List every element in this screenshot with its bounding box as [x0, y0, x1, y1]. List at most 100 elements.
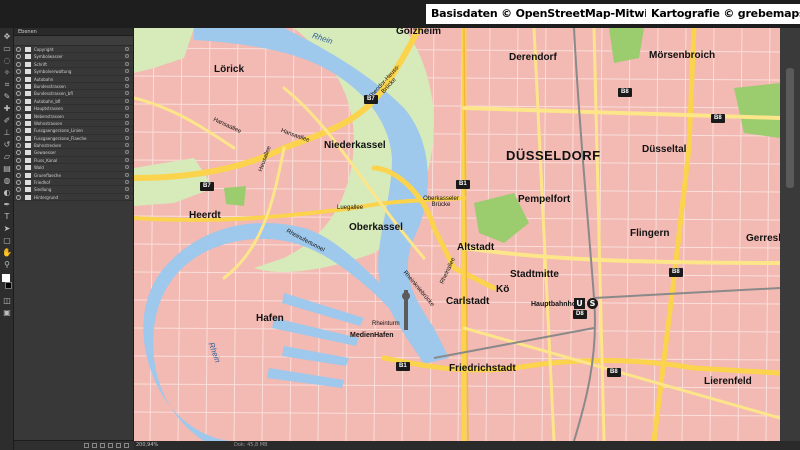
fx-icon[interactable] [92, 443, 97, 448]
layer-options-icon[interactable] [125, 83, 129, 88]
visibility-eye-icon[interactable] [16, 98, 21, 104]
layer-options-icon[interactable] [125, 54, 129, 59]
lasso-tool-icon[interactable]: ◌ [2, 56, 12, 66]
zoom-readout[interactable]: 200,94% [136, 442, 158, 448]
layer-options-icon[interactable] [125, 128, 129, 133]
visibility-eye-icon[interactable] [16, 47, 21, 52]
layer-row[interactable]: Fluss_Kanal [14, 157, 133, 165]
layer-options-icon[interactable] [125, 194, 129, 199]
type-tool-icon[interactable]: T [2, 212, 12, 222]
layer-options-icon[interactable] [125, 69, 129, 74]
visibility-eye-icon[interactable] [16, 135, 21, 141]
shape-tool-icon[interactable]: ▢ [2, 236, 12, 246]
scrollbar-thumb[interactable] [786, 68, 794, 188]
layer-row[interactable]: Autobahn_bfl [14, 98, 133, 106]
layer-options-icon[interactable] [125, 143, 129, 148]
layer-row[interactable]: Gewaesser [14, 149, 133, 157]
layer-row[interactable]: Symbolverwaltung [14, 68, 133, 76]
trash-icon[interactable] [124, 443, 129, 448]
stamp-tool-icon[interactable]: ⊥ [2, 128, 12, 138]
label-luegallee: Luegallee [337, 205, 364, 211]
layer-row[interactable]: Hintergrund [14, 194, 133, 202]
layer-row[interactable]: Wald [14, 164, 133, 172]
visibility-eye-icon[interactable] [16, 150, 21, 156]
adjustment-layer-icon[interactable] [108, 443, 113, 448]
visibility-eye-icon[interactable] [16, 83, 21, 89]
brush-tool-icon[interactable]: ✐ [2, 116, 12, 126]
layer-row[interactable]: Fussgaengerzone_Flaeche [14, 135, 133, 143]
layer-options-icon[interactable] [125, 106, 129, 111]
layer-options-icon[interactable] [125, 135, 129, 140]
layer-options-icon[interactable] [125, 172, 129, 177]
visibility-eye-icon[interactable] [16, 187, 21, 193]
layer-options-icon[interactable] [125, 98, 129, 103]
screen-mode-icon[interactable]: ▣ [2, 308, 12, 318]
layer-options-icon[interactable] [125, 165, 129, 170]
eraser-tool-icon[interactable]: ▱ [2, 152, 12, 162]
visibility-eye-icon[interactable] [16, 91, 21, 97]
healing-tool-icon[interactable]: ✚ [2, 104, 12, 114]
layer-row[interactable]: Bundesstrassen [14, 83, 133, 91]
foreground-color-icon[interactable] [2, 274, 10, 282]
layer-options-icon[interactable] [125, 180, 129, 185]
layer-row[interactable]: Gruenflaeche [14, 172, 133, 180]
layer-options-icon[interactable] [125, 113, 129, 118]
mask-icon[interactable] [100, 443, 105, 448]
layer-row[interactable]: Friedhof [14, 179, 133, 187]
layer-row[interactable]: Bundesstrassen_bfl [14, 90, 133, 98]
layer-row[interactable]: Schrift [14, 61, 133, 69]
hand-tool-icon[interactable]: ✋ [2, 248, 12, 258]
visibility-eye-icon[interactable] [16, 106, 21, 112]
layer-options-icon[interactable] [125, 47, 129, 51]
marquee-tool-icon[interactable]: ▭ [2, 44, 12, 54]
layer-row[interactable]: Symbolwasser [14, 53, 133, 61]
layer-row[interactable]: Siedlung [14, 186, 133, 194]
layer-options-icon[interactable] [125, 91, 129, 96]
layers-panel-tab[interactable]: Ebenen [14, 28, 133, 36]
map-canvas[interactable]: Golzheim Derendorf Mörsenbroich Lörick N… [134, 28, 780, 441]
vertical-scrollbar[interactable] [780, 28, 800, 441]
layer-row[interactable]: Hauptstrassen [14, 105, 133, 113]
quick-select-tool-icon[interactable]: ✧ [2, 68, 12, 78]
gradient-tool-icon[interactable]: ▤ [2, 164, 12, 174]
move-tool-icon[interactable]: ✥ [2, 32, 12, 42]
visibility-eye-icon[interactable] [16, 54, 21, 60]
blur-tool-icon[interactable]: ◍ [2, 176, 12, 186]
layer-options-icon[interactable] [125, 157, 129, 162]
layer-options-icon[interactable] [125, 120, 129, 125]
new-layer-icon[interactable] [116, 443, 121, 448]
layer-row[interactable]: Fussgaengerzone_Linien [14, 127, 133, 135]
background-color-icon[interactable] [5, 282, 12, 289]
layer-options-icon[interactable] [125, 187, 129, 192]
visibility-eye-icon[interactable] [16, 172, 21, 178]
layer-options-icon[interactable] [125, 76, 129, 81]
layer-row[interactable]: Nebenstrassen [14, 113, 133, 120]
visibility-eye-icon[interactable] [16, 120, 21, 126]
visibility-eye-icon[interactable] [16, 165, 21, 171]
layer-row[interactable]: Copyright [14, 46, 133, 54]
visibility-eye-icon[interactable] [16, 61, 21, 67]
pen-tool-icon[interactable]: ✒ [2, 200, 12, 210]
visibility-eye-icon[interactable] [16, 143, 21, 149]
layer-row[interactable]: Autobahn [14, 76, 133, 83]
visibility-eye-icon[interactable] [16, 113, 21, 119]
layer-options-icon[interactable] [125, 61, 129, 66]
visibility-eye-icon[interactable] [16, 76, 21, 82]
path-select-tool-icon[interactable]: ➤ [2, 224, 12, 234]
link-layers-icon[interactable] [84, 443, 89, 448]
layer-row[interactable]: Bahnstrecken [14, 142, 133, 150]
quick-mask-icon[interactable]: ◫ [2, 296, 12, 306]
history-brush-tool-icon[interactable]: ↺ [2, 140, 12, 150]
visibility-eye-icon[interactable] [16, 69, 21, 75]
visibility-eye-icon[interactable] [16, 194, 21, 200]
visibility-eye-icon[interactable] [16, 180, 21, 186]
dodge-tool-icon[interactable]: ◐ [2, 188, 12, 198]
visibility-eye-icon[interactable] [16, 157, 21, 163]
layer-row[interactable]: Wohnstrassen [14, 120, 133, 128]
crop-tool-icon[interactable]: ⌗ [2, 80, 12, 90]
layers-filter-bar[interactable] [14, 36, 133, 46]
visibility-eye-icon[interactable] [16, 128, 21, 134]
layer-options-icon[interactable] [125, 150, 129, 155]
zoom-tool-icon[interactable]: ⚲ [2, 260, 12, 270]
eyedropper-tool-icon[interactable]: ✎ [2, 92, 12, 102]
